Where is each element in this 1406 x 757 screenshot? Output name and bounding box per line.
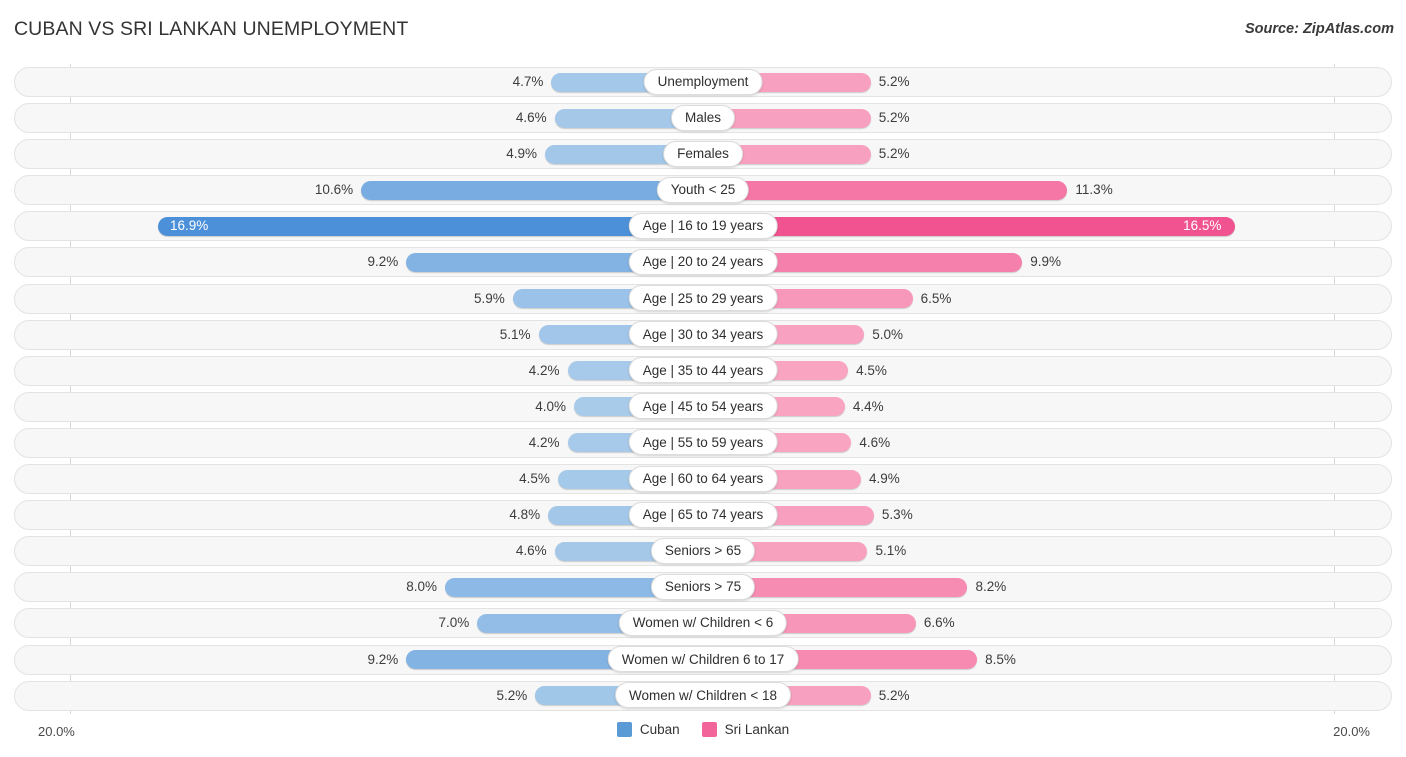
bar-value-sri-lankan: 5.2% [878, 687, 910, 703]
legend-item-cuban[interactable]: Cuban [616, 722, 680, 737]
legend-item-sri-lankan[interactable]: Sri Lankan [701, 722, 790, 737]
chart-legend: Cuban Sri Lankan [0, 722, 1406, 737]
chart-row: 4.8% 5.3% Age | 65 to 74 years [14, 497, 1392, 533]
bar-value-cuban: 4.8% [509, 507, 541, 523]
legend-swatch-cuban [616, 722, 632, 737]
row-label-pill[interactable]: Age | 25 to 29 years [628, 285, 778, 312]
row-label-pill[interactable]: Age | 55 to 59 years [628, 429, 778, 456]
bar-value-sri-lankan: 5.2% [878, 110, 910, 126]
row-label-pill[interactable]: Youth < 25 [656, 176, 750, 203]
chart-row: 5.9% 6.5% Age | 25 to 29 years [14, 281, 1392, 317]
chart-row: 4.6% 5.2% Males [14, 100, 1392, 136]
row-label-pill[interactable]: Age | 20 to 24 years [628, 248, 778, 275]
chart-row: 4.9% 5.2% Females [14, 136, 1392, 172]
row-label-pill[interactable]: Age | 45 to 54 years [628, 393, 778, 420]
bar-value-cuban: 4.9% [506, 146, 537, 162]
bar-value-sri-lankan: 5.0% [872, 326, 904, 342]
bar-value-cuban: 4.7% [512, 74, 544, 89]
row-label-pill[interactable]: Women w/ Children < 18 [615, 682, 791, 709]
bar-value-sri-lankan: 5.2% [878, 74, 910, 89]
chart-row: 4.5% 4.9% Age | 60 to 64 years [14, 461, 1392, 497]
chart-row: 4.2% 4.5% Age | 35 to 44 years [14, 353, 1392, 389]
source-attribution: Source: ZipAtlas.com [1244, 21, 1394, 37]
row-label-pill[interactable]: Seniors > 65 [650, 537, 756, 564]
bar-value-cuban: 8.0% [406, 579, 437, 595]
bar-value-cuban: 5.9% [473, 290, 505, 306]
bar-value-cuban: 9.2% [367, 651, 399, 667]
bar-sri-lankan [703, 180, 1068, 200]
bar-value-cuban: 10.6% [314, 182, 354, 198]
bar-value-cuban: 4.2% [528, 434, 560, 450]
row-label-pill[interactable]: Age | 65 to 74 years [628, 501, 778, 528]
row-label-pill[interactable]: Females [663, 140, 743, 167]
bar-value-sri-lankan: 8.2% [975, 579, 1007, 595]
chart-row: 7.0% 6.6% Women w/ Children < 6 [14, 605, 1392, 641]
chart-row: 8.0% 8.2% Seniors > 75 [14, 569, 1392, 605]
bar-value-cuban: 4.6% [515, 543, 547, 559]
bar-value-sri-lankan: 16.5% [1183, 218, 1222, 234]
bar-value-sri-lankan: 8.5% [985, 651, 1016, 667]
row-label-pill[interactable]: Seniors > 75 [650, 573, 756, 600]
chart-row: 4.6% 5.1% Seniors > 65 [14, 533, 1392, 569]
chart-row: 4.7% 5.2% Unemployment [14, 64, 1392, 100]
bar-value-sri-lankan: 9.9% [1030, 254, 1062, 270]
bar-value-sri-lankan: 6.6% [923, 615, 955, 631]
bar-value-cuban: 9.2% [367, 254, 399, 270]
row-label-pill[interactable]: Women w/ Children 6 to 17 [607, 646, 799, 672]
bar-value-cuban: 16.9% [169, 218, 209, 234]
bar-value-sri-lankan: 4.6% [859, 434, 891, 450]
bar-value-sri-lankan: 6.5% [920, 290, 952, 306]
legend-label-cuban: Cuban [639, 722, 680, 737]
bar-cuban [361, 180, 703, 200]
row-label-pill[interactable]: Unemployment [643, 68, 763, 95]
chart-row: 16.9% 16.5% Age | 16 to 19 years [14, 208, 1392, 244]
bar-value-cuban: 5.2% [496, 687, 528, 703]
bar-value-sri-lankan: 5.3% [881, 507, 913, 523]
chart-plot-area: 4.7% 5.2% Unemployment 4.6% 5.2% Males 4.9% 5.2… [14, 64, 1392, 714]
bar-value-cuban: 5.1% [499, 326, 531, 342]
row-label-pill[interactable]: Age | 30 to 34 years [628, 321, 778, 348]
bar-value-sri-lankan: 4.9% [869, 471, 900, 487]
legend-label-sri-lankan: Sri Lankan [724, 722, 790, 737]
bar-value-sri-lankan: 4.5% [856, 362, 887, 378]
chart-row: 9.2% 9.9% Age | 20 to 24 years [14, 244, 1392, 280]
bar-value-sri-lankan: 5.2% [878, 146, 910, 162]
row-label-pill[interactable]: Age | 16 to 19 years [628, 212, 778, 239]
bar-value-cuban: 4.6% [515, 110, 547, 126]
bar-value-sri-lankan: 4.4% [852, 398, 884, 414]
bar-sri-lankan [703, 216, 1236, 236]
chart-row: 4.2% 4.6% Age | 55 to 59 years [14, 425, 1392, 461]
bar-value-cuban: 4.0% [535, 398, 566, 414]
chart-page: CUBAN VS SRI LANKAN UNEMPLOYMENT Source:… [0, 0, 1406, 757]
chart-row: 5.1% 5.0% Age | 30 to 34 years [14, 317, 1392, 353]
legend-swatch-sri-lankan [701, 722, 717, 737]
bar-value-cuban: 4.5% [519, 471, 550, 487]
row-label-pill[interactable]: Males [670, 104, 736, 131]
chart-row: 5.2% 5.2% Women w/ Children < 18 [14, 678, 1392, 714]
row-label-pill[interactable]: Age | 35 to 44 years [628, 357, 778, 384]
bar-value-cuban: 4.2% [528, 362, 560, 378]
bar-cuban [157, 216, 703, 236]
chart-row: 4.0% 4.4% Age | 45 to 54 years [14, 389, 1392, 425]
row-label-pill[interactable]: Women w/ Children < 6 [618, 609, 788, 636]
page-title: CUBAN VS SRI LANKAN UNEMPLOYMENT [14, 18, 409, 40]
chart-rows: 4.7% 5.2% Unemployment 4.6% 5.2% Males 4.9% 5.2… [14, 64, 1392, 714]
chart-row: 10.6% 11.3% Youth < 25 [14, 172, 1392, 208]
chart-row: 9.2% 8.5% Women w/ Children 6 to 17 [14, 642, 1392, 678]
bar-value-sri-lankan: 11.3% [1075, 182, 1113, 198]
row-label-pill[interactable]: Age | 60 to 64 years [628, 465, 778, 492]
bar-value-sri-lankan: 5.1% [875, 543, 907, 559]
bar-value-cuban: 7.0% [438, 615, 470, 631]
